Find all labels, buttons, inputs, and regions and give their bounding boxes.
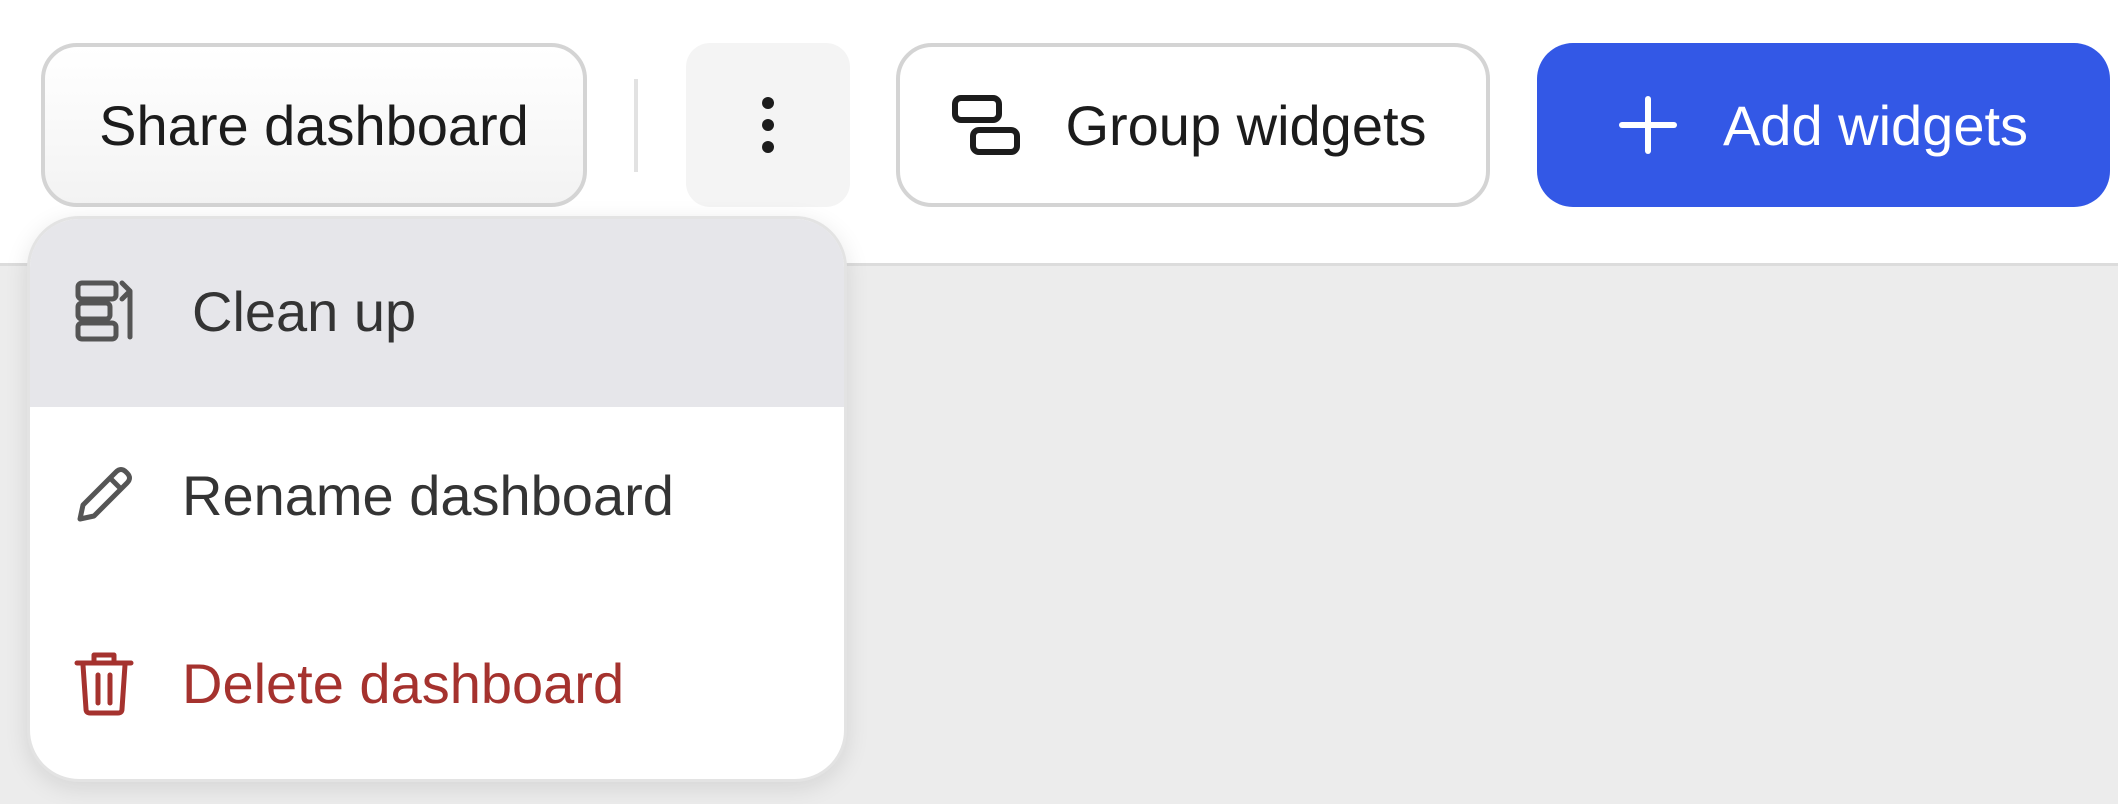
add-widgets-button[interactable]: Add widgets — [1537, 43, 2110, 207]
delete-dashboard-label: Delete dashboard — [182, 652, 625, 715]
add-widgets-label: Add widgets — [1722, 93, 2029, 157]
menu-item-clean-up[interactable]: Clean up — [30, 219, 844, 407]
clean-up-icon — [74, 279, 140, 343]
group-widgets-button[interactable]: Group widgets — [896, 43, 1490, 207]
toolbar-divider — [634, 79, 638, 172]
group-widgets-icon — [951, 94, 1021, 156]
share-dashboard-button[interactable]: Share dashboard — [41, 43, 587, 207]
plus-icon — [1618, 96, 1677, 154]
menu-item-delete-dashboard[interactable]: Delete dashboard — [30, 595, 844, 779]
group-widgets-label: Group widgets — [1065, 93, 1427, 157]
pencil-icon — [74, 465, 134, 525]
more-vertical-icon — [758, 95, 778, 155]
trash-icon — [74, 651, 134, 717]
rename-dashboard-label: Rename dashboard — [182, 464, 674, 527]
menu-item-rename-dashboard[interactable]: Rename dashboard — [30, 407, 844, 595]
share-dashboard-label: Share dashboard — [99, 93, 529, 157]
dashboard-options-menu: Clean up Rename dashboard Delete dashboa… — [27, 216, 847, 782]
clean-up-label: Clean up — [192, 280, 417, 343]
more-options-button[interactable] — [686, 43, 850, 207]
